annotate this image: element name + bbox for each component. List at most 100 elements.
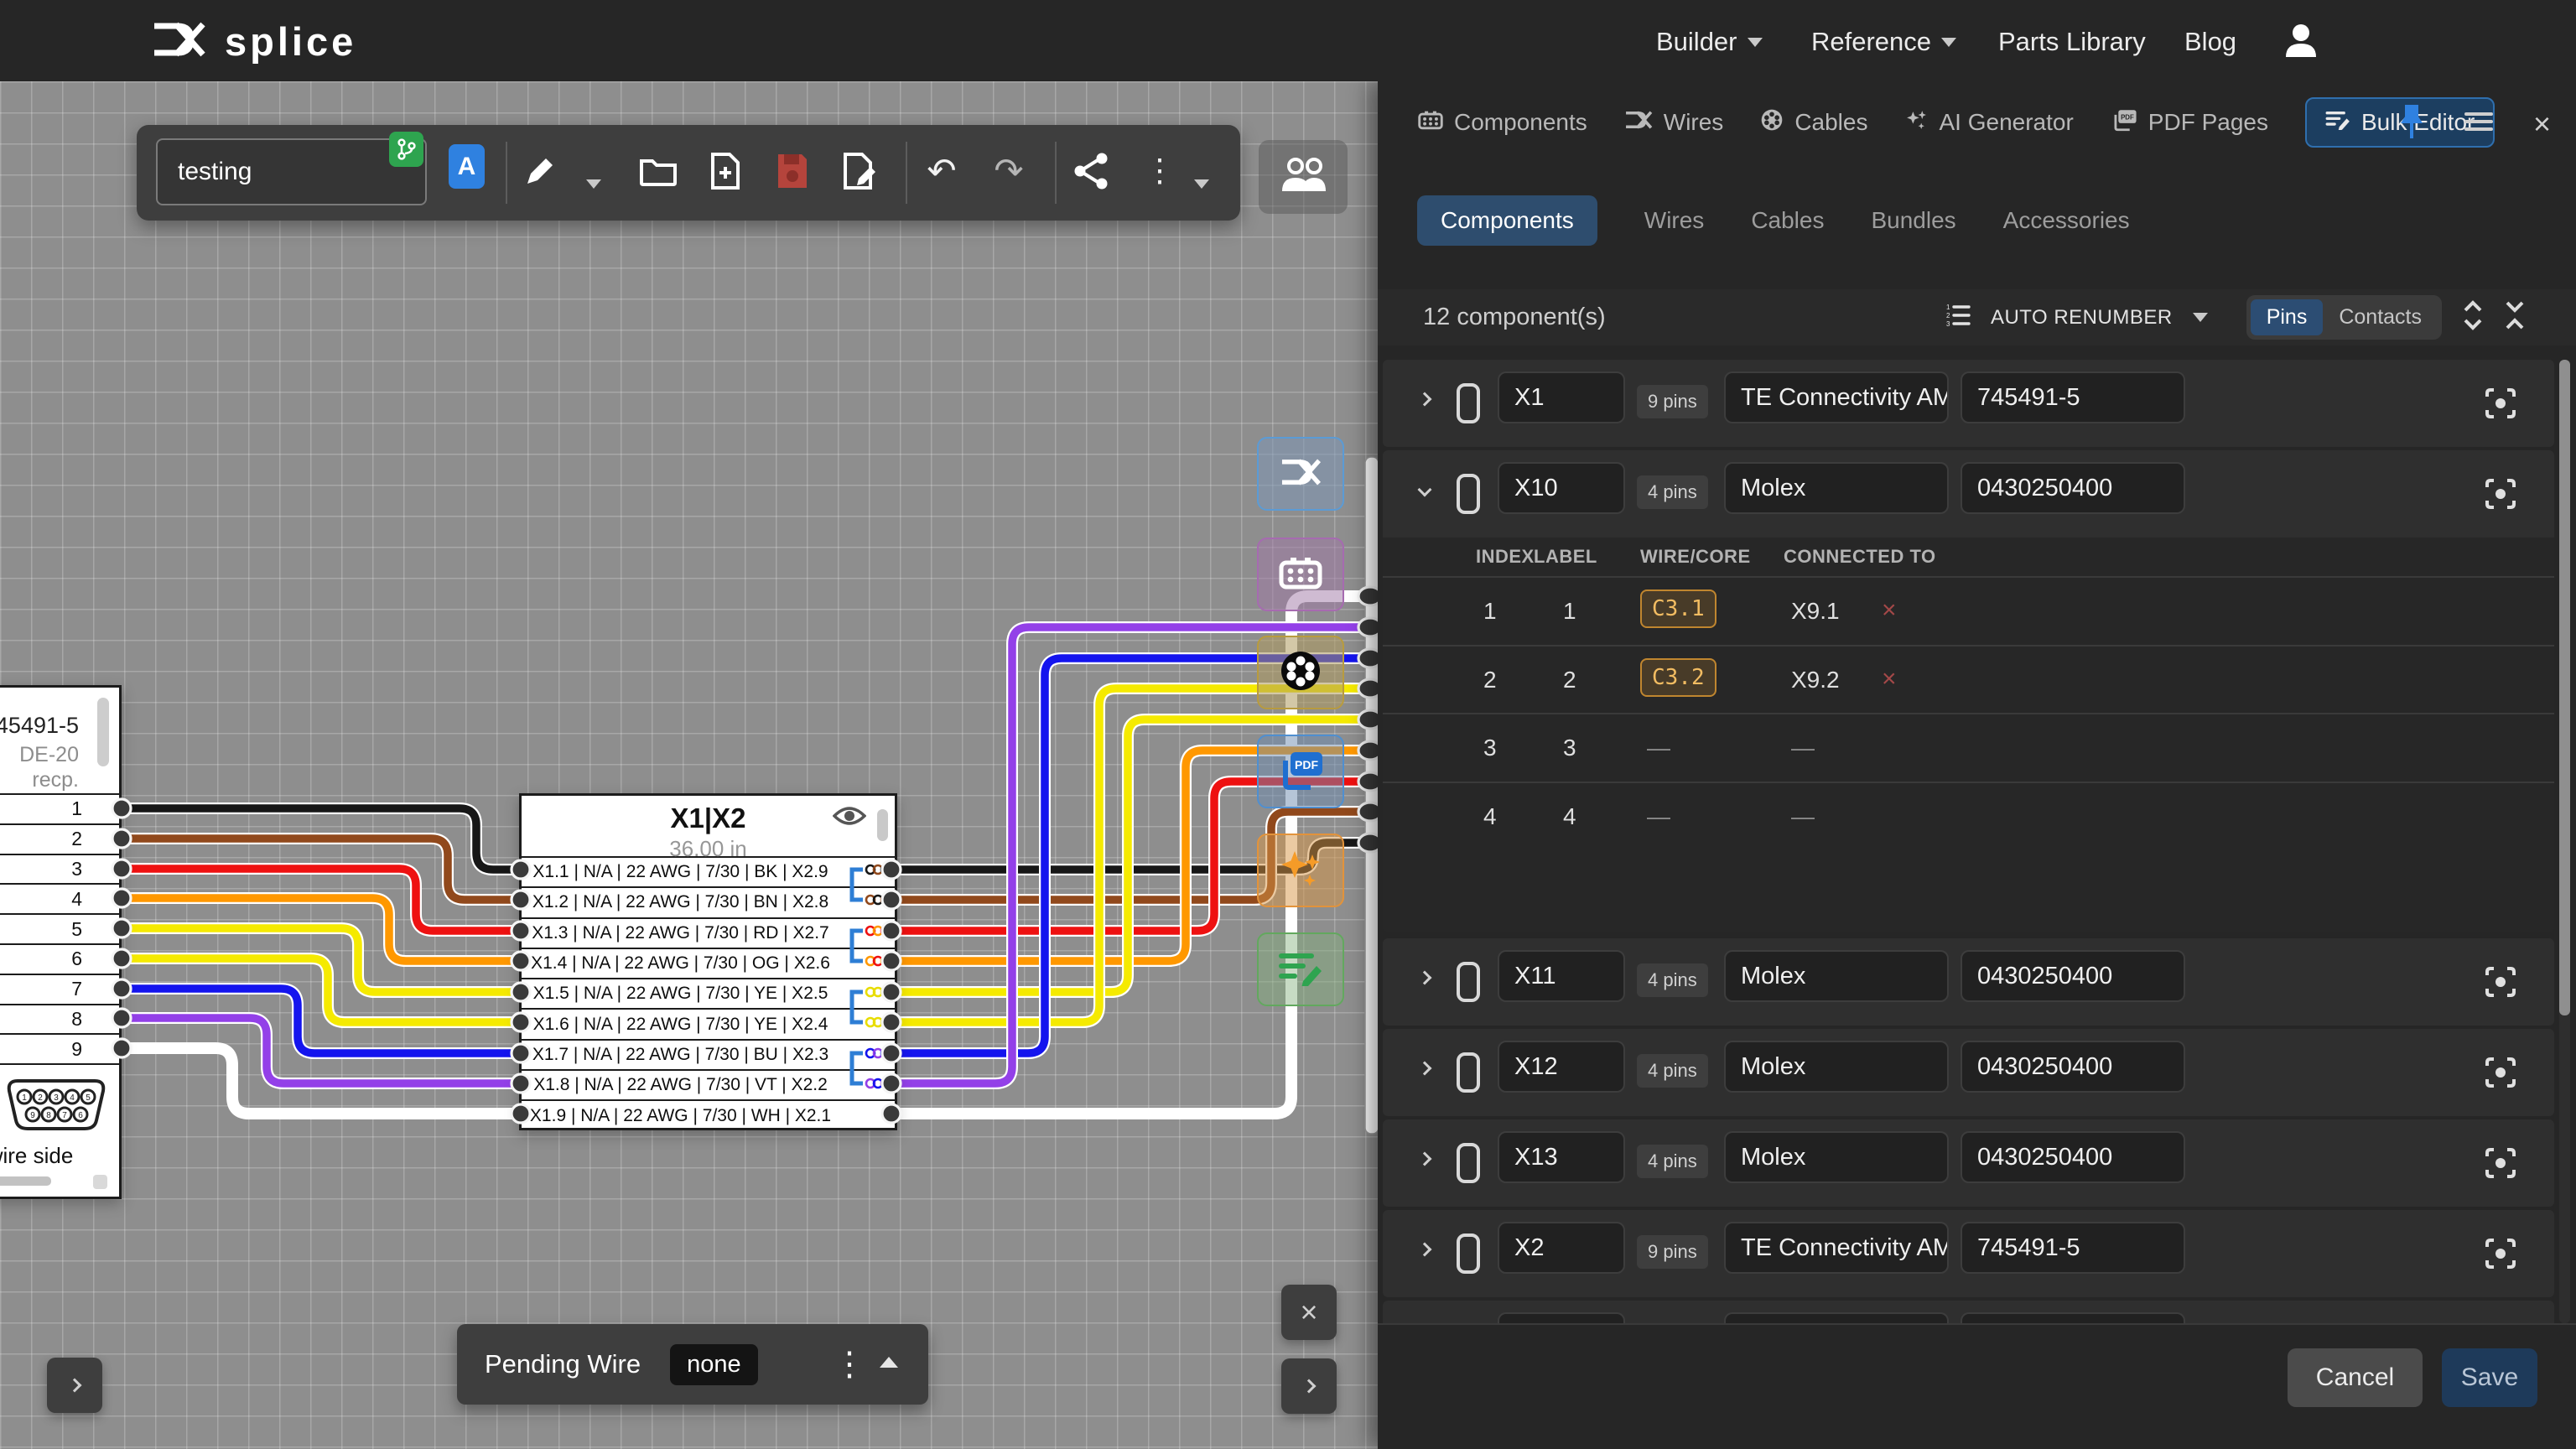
app-logo[interactable]: splice xyxy=(151,18,356,65)
component-label-input[interactable]: X10 xyxy=(1498,462,1625,514)
eye-icon[interactable] xyxy=(833,804,866,832)
annotation-button[interactable]: A xyxy=(449,144,485,189)
redo-icon[interactable]: ↷ xyxy=(988,146,1030,196)
nav-blog[interactable]: Blog xyxy=(2184,27,2236,57)
row-checkbox[interactable] xyxy=(1457,1052,1480,1093)
manufacturer-input[interactable]: TE Connectivity AMP C xyxy=(1724,1222,1949,1274)
expand-all-icon[interactable] xyxy=(2462,300,2484,335)
toggle-pins[interactable]: Pins xyxy=(2251,299,2324,335)
tab-pdf-pages[interactable]: PDF PDF Pages xyxy=(2111,108,2268,138)
component-label-input[interactable]: X12 xyxy=(1498,1041,1625,1093)
mini-scrollbar[interactable] xyxy=(97,698,109,766)
pin-panel-button[interactable] xyxy=(2399,103,2424,144)
pin-row[interactable]: 3 xyxy=(0,854,119,884)
design-name-input[interactable] xyxy=(156,138,427,205)
wire-row[interactable]: X1.4 | N/A | 22 AWG | 7/30 | OG | X2.6 xyxy=(522,948,895,978)
tab-ai-generator[interactable]: AI Generator xyxy=(1904,108,2073,138)
cancel-button[interactable]: Cancel xyxy=(2288,1348,2423,1407)
chevron-down-icon[interactable] xyxy=(2193,313,2208,322)
wire-row[interactable]: X1.8 | N/A | 22 AWG | 7/30 | VT | X2.2 xyxy=(522,1069,895,1099)
subtab-wires[interactable]: Wires xyxy=(1644,207,1705,234)
expand-chevron[interactable] xyxy=(1420,393,1430,408)
connector-table-left[interactable]: 745491-5 DE-20 recp. 1 2 3 4 5 6 7 8 9 xyxy=(0,685,122,1199)
row-checkbox[interactable] xyxy=(1457,1233,1480,1274)
auto-renumber-button[interactable]: AUTO RENUMBER xyxy=(1991,306,2173,330)
wire-row[interactable]: X1.2 | N/A | 22 AWG | 7/30 | BN | X2.8 xyxy=(522,886,895,917)
edit-file-icon[interactable] xyxy=(839,146,880,196)
collaborators-button[interactable] xyxy=(1259,140,1348,214)
mpn-input[interactable]: 0430250400 xyxy=(1961,1131,2185,1183)
bulk-editor-tool-button[interactable] xyxy=(1257,932,1344,1006)
expand-left-panel-button[interactable] xyxy=(47,1358,102,1413)
wire-row[interactable]: X1.3 | N/A | 22 AWG | 7/30 | RD | X2.7 xyxy=(522,917,895,948)
wire-row[interactable]: X1.7 | N/A | 22 AWG | 7/30 | BU | X2.3 xyxy=(522,1039,895,1069)
expand-chevron[interactable] xyxy=(1420,1153,1430,1168)
expand-chevron[interactable] xyxy=(1420,1062,1430,1078)
components-tool-button[interactable] xyxy=(1257,538,1344,611)
share-icon[interactable] xyxy=(1070,146,1112,196)
pending-wire-value[interactable]: none xyxy=(670,1344,758,1385)
subtab-bundles[interactable]: Bundles xyxy=(1871,207,1955,234)
draw-tool-dropdown[interactable] xyxy=(573,158,615,209)
expand-right-button[interactable] xyxy=(1281,1358,1337,1414)
pin-row[interactable]: 9 xyxy=(0,1033,119,1063)
nav-parts-library[interactable]: Parts Library xyxy=(1998,27,2146,57)
tab-components[interactable]: Components xyxy=(1418,109,1587,137)
locate-on-canvas-icon[interactable] xyxy=(2484,387,2517,424)
panel-scrollbar-thumb[interactable] xyxy=(2559,360,2570,1015)
mpn-input[interactable]: 745491-5 xyxy=(1961,371,2185,423)
design-canvas[interactable] xyxy=(0,81,1378,1449)
nav-reference[interactable]: Reference xyxy=(1811,27,1956,57)
pin-row[interactable]: 4 xyxy=(0,883,119,913)
close-panel-button[interactable]: × xyxy=(2533,109,2551,139)
wire-row[interactable]: X1.9 | N/A | 22 AWG | 7/30 | WH | X2.1 xyxy=(522,1099,895,1130)
tab-wires[interactable]: Wires xyxy=(1624,109,1724,137)
draw-tool-icon[interactable] xyxy=(518,146,560,196)
pdf-pages-tool-button[interactable]: PDF xyxy=(1257,735,1344,808)
component-label-input[interactable]: X13 xyxy=(1498,1131,1625,1183)
manufacturer-input[interactable]: TE Connectivity AMP C xyxy=(1724,371,1949,423)
mpn-input[interactable]: 745491-5 xyxy=(1961,1222,2185,1274)
row-checkbox[interactable] xyxy=(1457,383,1480,423)
panel-menu-button[interactable] xyxy=(2464,111,2493,137)
row-checkbox[interactable] xyxy=(1457,474,1480,514)
cables-tool-button[interactable] xyxy=(1257,636,1344,709)
manufacturer-input[interactable]: Molex xyxy=(1724,950,1949,1002)
remove-connection-icon[interactable]: × xyxy=(1882,665,1897,693)
tab-cables[interactable]: Cables xyxy=(1760,108,1867,138)
collapse-all-icon[interactable] xyxy=(2504,300,2526,335)
expand-chevron[interactable] xyxy=(1420,1244,1430,1259)
locate-on-canvas-icon[interactable] xyxy=(2484,1146,2517,1184)
locate-on-canvas-icon[interactable] xyxy=(2484,1237,2517,1275)
manufacturer-input[interactable]: Molex xyxy=(1724,1131,1949,1183)
open-folder-icon[interactable] xyxy=(637,146,679,196)
locate-on-canvas-icon[interactable] xyxy=(2484,965,2517,1003)
collapse-button[interactable] xyxy=(880,1357,898,1372)
wire-row[interactable]: X1.6 | N/A | 22 AWG | 7/30 | YE | X2.4 xyxy=(522,1008,895,1038)
close-overlay-button[interactable]: × xyxy=(1281,1285,1337,1340)
locate-on-canvas-icon[interactable] xyxy=(2484,1056,2517,1093)
kebab-menu-icon[interactable]: ⋮ xyxy=(833,1345,866,1384)
new-file-icon[interactable] xyxy=(704,146,746,196)
horizontal-scrollbar[interactable] xyxy=(0,1176,51,1186)
subtab-accessories[interactable]: Accessories xyxy=(2003,207,2130,234)
pin-row[interactable]: 1 xyxy=(0,793,119,823)
remove-connection-icon[interactable]: × xyxy=(1882,596,1897,625)
subtab-cables[interactable]: Cables xyxy=(1751,207,1824,234)
collapse-chevron[interactable] xyxy=(1420,484,1430,499)
nav-builder[interactable]: Builder xyxy=(1656,27,1763,57)
pin-row[interactable]: 2 xyxy=(0,823,119,854)
wire-row[interactable]: X1.5 | N/A | 22 AWG | 7/30 | YE | X2.5 xyxy=(522,978,895,1008)
wires-tool-button[interactable] xyxy=(1257,437,1344,511)
mpn-input[interactable]: 0430250400 xyxy=(1961,462,2185,514)
component-label-input[interactable]: X1 xyxy=(1498,371,1625,423)
mpn-input[interactable]: 0430250400 xyxy=(1961,1041,2185,1093)
row-checkbox[interactable] xyxy=(1457,962,1480,1002)
locate-on-canvas-icon[interactable] xyxy=(2484,477,2517,515)
branch-badge[interactable] xyxy=(389,132,423,167)
subtab-components[interactable]: Components xyxy=(1417,195,1597,246)
manufacturer-input[interactable]: Molex xyxy=(1724,462,1949,514)
row-checkbox[interactable] xyxy=(1457,1143,1480,1183)
ai-generator-tool-button[interactable] xyxy=(1257,834,1344,907)
more-dropdown[interactable] xyxy=(1181,158,1223,209)
